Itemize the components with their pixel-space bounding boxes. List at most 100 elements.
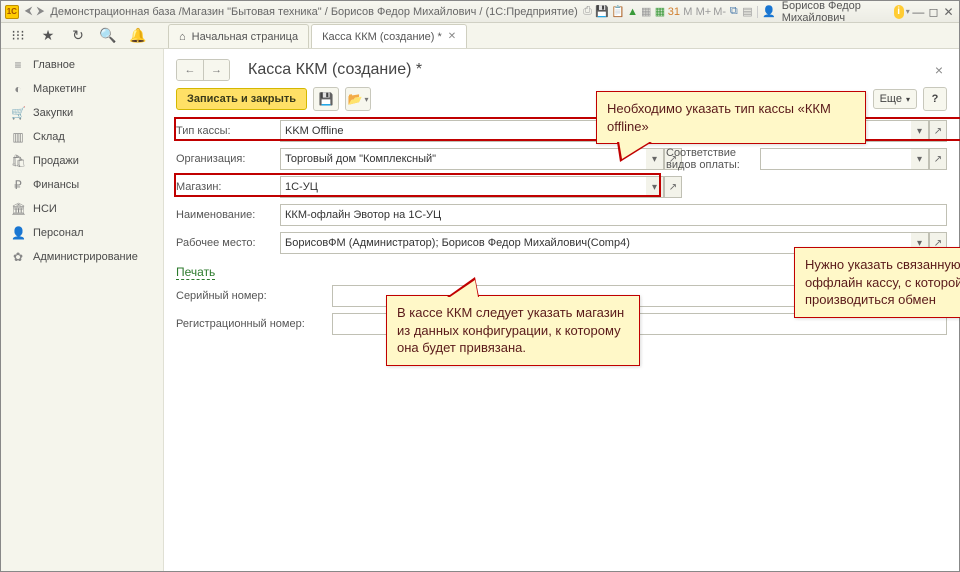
close-button[interactable]: ✕ (942, 5, 955, 19)
calendar-icon[interactable]: 31 (668, 4, 680, 20)
dropdown-button[interactable]: ▾ (911, 148, 929, 170)
sidebar-item-sklad[interactable]: ▥Склад (1, 125, 163, 149)
more-label: Еще (880, 93, 902, 105)
home-icon: ⌂ (179, 31, 186, 43)
sidebar-label: Продажи (33, 155, 79, 167)
page-back-button[interactable]: ← (177, 60, 203, 80)
sidebar-label: Финансы (33, 179, 79, 191)
tip-kassy-label: Тип кассы: (176, 125, 274, 137)
sidebar-label: Персонал (33, 227, 84, 239)
titlebar: 1C ⮜ ⮞ Демонстрационная база /Магазин "Б… (1, 1, 959, 23)
magazin-input[interactable] (280, 176, 646, 198)
tab-home-label: Начальная страница (192, 31, 298, 43)
maximize-button[interactable]: ◻ (927, 5, 940, 19)
info-icon[interactable]: i (894, 5, 904, 19)
open-button[interactable]: ↗ (929, 120, 947, 142)
callout-text: В кассе ККМ следует указать магазин из д… (397, 305, 624, 355)
admin-icon: ✿ (11, 250, 25, 264)
print-icon[interactable]: ⎙ (582, 4, 594, 20)
sidebar-label: Склад (33, 131, 65, 143)
window-title: Демонстрационная база /Магазин "Бытовая … (50, 6, 577, 18)
row-soot: Соответствие видов оплаты: ▾ ↗ (666, 147, 947, 171)
soot-input[interactable] (760, 148, 911, 170)
form: Тип кассы: ▾ ? Организация: ▾ ↗ Магазин: (176, 119, 947, 336)
tab-home[interactable]: ⌂ Начальная страница (168, 24, 309, 48)
tab-kassa[interactable]: Касса ККМ (создание) * ✕ (311, 24, 467, 48)
open-button[interactable]: ↗ (929, 148, 947, 170)
help-button[interactable]: ? (923, 87, 947, 111)
mminus-icon[interactable]: M- (713, 4, 726, 20)
titlebar-nav: ⮜ ⮞ (21, 5, 49, 18)
reg-label: Регистрационный номер: (176, 318, 326, 330)
sidebar-item-glavnoe[interactable]: ≡Главное (1, 53, 163, 77)
open-button[interactable]: ↗ (664, 176, 682, 198)
user-icon: 👤 (762, 4, 776, 20)
serial-label: Серийный номер: (176, 290, 326, 302)
soot-label: Соответствие видов оплаты: (666, 147, 754, 171)
dropdown-button[interactable]: ▾ (911, 120, 929, 142)
m-icon[interactable]: M (682, 4, 694, 20)
page-nav-row: ← → Касса ККМ (создание) * × (176, 59, 947, 81)
page-nav: ← → (176, 59, 230, 81)
sidebar-item-finansy[interactable]: ₽ Финансы (1, 173, 163, 197)
save-close-button[interactable]: Записать и закрыть (176, 88, 307, 110)
star-icon[interactable]: ★ (37, 25, 59, 47)
save-button[interactable]: 💾 (313, 87, 339, 111)
naim-label: Наименование: (176, 209, 274, 221)
page-fwd-button[interactable]: → (203, 60, 229, 80)
sidebar-label: НСИ (33, 203, 57, 215)
logo-1c: 1C (5, 5, 19, 19)
callout-text: Необходимо указать тип кассы «ККМ offlin… (607, 101, 831, 134)
sidebar-label: Закупки (33, 107, 73, 119)
down-icon[interactable]: ▦ (640, 4, 652, 20)
nav-back-icon[interactable]: ⮜ (25, 5, 33, 18)
minimize-button[interactable]: — (912, 5, 925, 19)
save-icon[interactable]: 💾 (595, 4, 609, 20)
check-icon[interactable]: ▲ (627, 4, 639, 20)
window-icon[interactable]: ⧉ (728, 4, 740, 20)
finance-icon: ₽ (11, 178, 25, 192)
callout-text: Нужно указать связанную с кассой ККМ офф… (805, 257, 960, 307)
sidebar: ≡Главное ◐Маркетинг 🛒Закупки ▥Склад 🛍Про… (1, 49, 164, 571)
pechat-title[interactable]: Печать (176, 265, 215, 280)
folder-button[interactable]: 📂 (345, 87, 371, 111)
tab-kassa-label: Касса ККМ (создание) * (322, 31, 442, 43)
user-name: Борисов Федор Михайлович (778, 0, 892, 24)
soot-field: ▾ ↗ (760, 148, 947, 170)
marketing-icon: ◐ (11, 82, 25, 96)
sidebar-item-prodazhi[interactable]: 🛍Продажи (1, 149, 163, 173)
callout-podkl: Нужно указать связанную с кассой ККМ офф… (794, 247, 960, 318)
history-icon[interactable]: ↻ (67, 25, 89, 47)
row-naimenovanie: Наименование: (176, 203, 947, 227)
magazin-label: Магазин: (176, 181, 274, 193)
sidebar-item-nsi[interactable]: 🏛НСИ (1, 197, 163, 221)
rab-label: Рабочее место: (176, 237, 274, 249)
mplus-icon[interactable]: M+ (696, 4, 712, 20)
org-input[interactable] (280, 148, 646, 170)
tab-close-icon[interactable]: ✕ (448, 31, 456, 42)
nav-fwd-icon[interactable]: ⮞ (36, 5, 44, 18)
sidebar-item-marketing[interactable]: ◐Маркетинг (1, 77, 163, 101)
callout-tip-kassy: Необходимо указать тип кассы «ККМ offlin… (596, 91, 866, 144)
callout-tail-icon (447, 277, 479, 297)
sidebar-item-admin[interactable]: ✿Администрирование (1, 245, 163, 269)
dropdown-button[interactable]: ▾ (646, 176, 664, 198)
naim-field (280, 204, 947, 226)
info-dd-icon[interactable]: ▾ (906, 7, 910, 16)
top-area: ⁝⁝⁝ ★ ↻ 🔍 🔔 ⌂ Начальная страница Касса К… (1, 23, 959, 49)
sidebar-item-zakupki[interactable]: 🛒Закупки (1, 101, 163, 125)
bell-icon[interactable]: 🔔 (127, 25, 149, 47)
sidebar-item-personal[interactable]: 👤Персонал (1, 221, 163, 245)
list-icon[interactable]: ▤ (742, 4, 754, 20)
callout-tail-icon (617, 142, 652, 162)
magazin-field: ▾ ↗ (280, 176, 682, 198)
page-close-button[interactable]: × (931, 62, 947, 78)
more-button[interactable]: Еще▾ (873, 89, 917, 109)
clipboard-icon[interactable]: 📋 (611, 4, 625, 20)
content: ← → Касса ККМ (создание) * × Записать и … (164, 49, 959, 571)
callout-magazin: В кассе ККМ следует указать магазин из д… (386, 295, 640, 366)
naim-input[interactable] (280, 204, 947, 226)
search-icon[interactable]: 🔍 (97, 25, 119, 47)
calc-icon[interactable]: ▦ (654, 4, 666, 20)
apps-icon[interactable]: ⁝⁝⁝ (7, 25, 29, 47)
